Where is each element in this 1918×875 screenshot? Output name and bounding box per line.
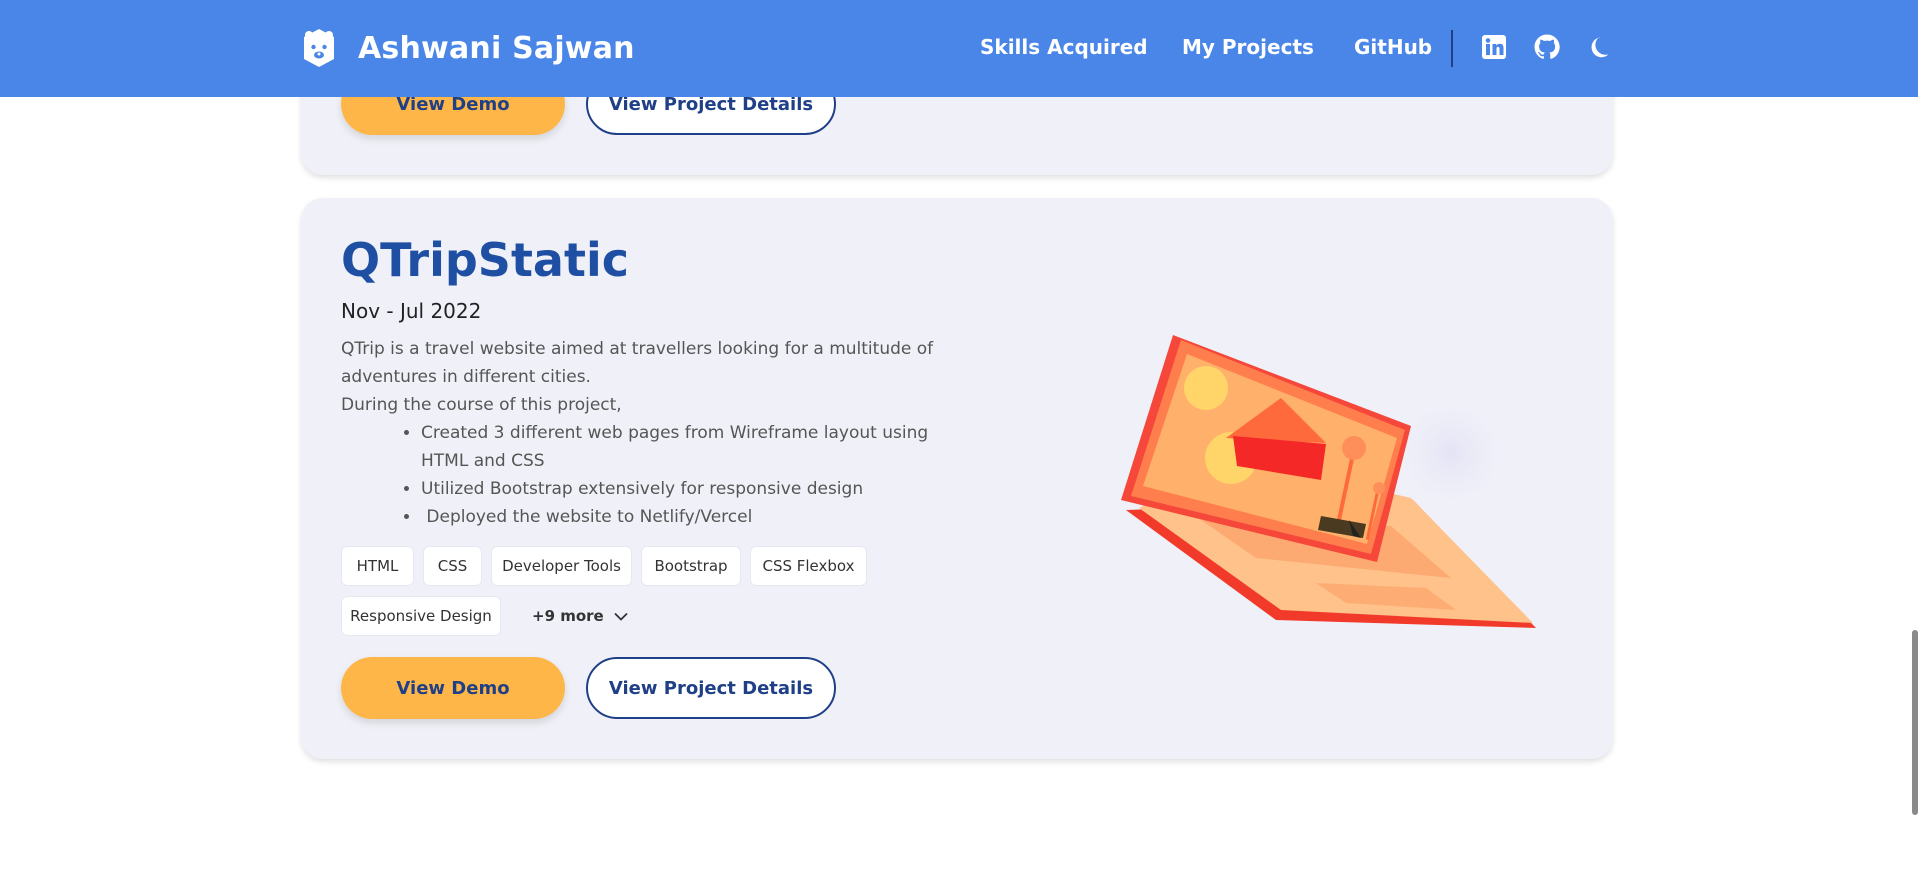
project-bullet: Created 3 different web pages from Wiref… xyxy=(421,419,961,475)
view-project-details-button[interactable]: View Project Details xyxy=(586,657,836,719)
github-icon[interactable] xyxy=(1533,33,1561,61)
project-bullet: Deployed the website to Netlify/Vercel xyxy=(421,503,961,531)
tag-responsive-design: Responsive Design xyxy=(341,596,501,636)
project-bullet-list: Created 3 different web pages from Wiref… xyxy=(341,419,961,531)
nav-divider xyxy=(1451,30,1453,67)
more-tags-toggle[interactable]: +9 more xyxy=(532,596,628,636)
project-date: Nov - Jul 2022 xyxy=(341,299,482,323)
tag-html: HTML xyxy=(341,546,414,586)
view-demo-button[interactable]: View Demo xyxy=(341,657,565,719)
tag-bootstrap: Bootstrap xyxy=(641,546,741,586)
project-description: QTrip is a travel website aimed at trave… xyxy=(341,335,961,531)
tag-developer-tools: Developer Tools xyxy=(491,546,632,586)
bear-logo-icon xyxy=(304,29,334,67)
tag-css-flexbox: CSS Flexbox xyxy=(750,546,867,586)
more-tags-label: +9 more xyxy=(532,607,604,625)
linkedin-icon[interactable] xyxy=(1480,33,1508,61)
moon-icon[interactable] xyxy=(1587,33,1615,61)
page-scrollbar[interactable] xyxy=(1912,630,1918,815)
top-navbar: Ashwani Sajwan Skills Acquired My Projec… xyxy=(0,0,1918,97)
brand-name: Ashwani Sajwan xyxy=(358,30,635,66)
nav-link-github[interactable]: GitHub xyxy=(1354,35,1432,59)
project-title: QTripStatic xyxy=(341,233,629,287)
nav-link-skills-acquired[interactable]: Skills Acquired xyxy=(980,35,1148,59)
chevron-down-icon xyxy=(614,612,628,621)
project-summary: QTrip is a travel website aimed at trave… xyxy=(341,339,934,387)
project-intro: During the course of this project, xyxy=(341,395,622,415)
tag-css: CSS xyxy=(423,546,482,586)
project-bullet: Utilized Bootstrap extensively for respo… xyxy=(421,475,961,503)
brand[interactable]: Ashwani Sajwan xyxy=(300,27,635,69)
laptop-illustration xyxy=(1121,335,1536,628)
nav-link-my-projects[interactable]: My Projects xyxy=(1182,35,1314,59)
project-card-qtripstatic: QTripStatic Nov - Jul 2022 QTrip is a tr… xyxy=(301,198,1613,759)
